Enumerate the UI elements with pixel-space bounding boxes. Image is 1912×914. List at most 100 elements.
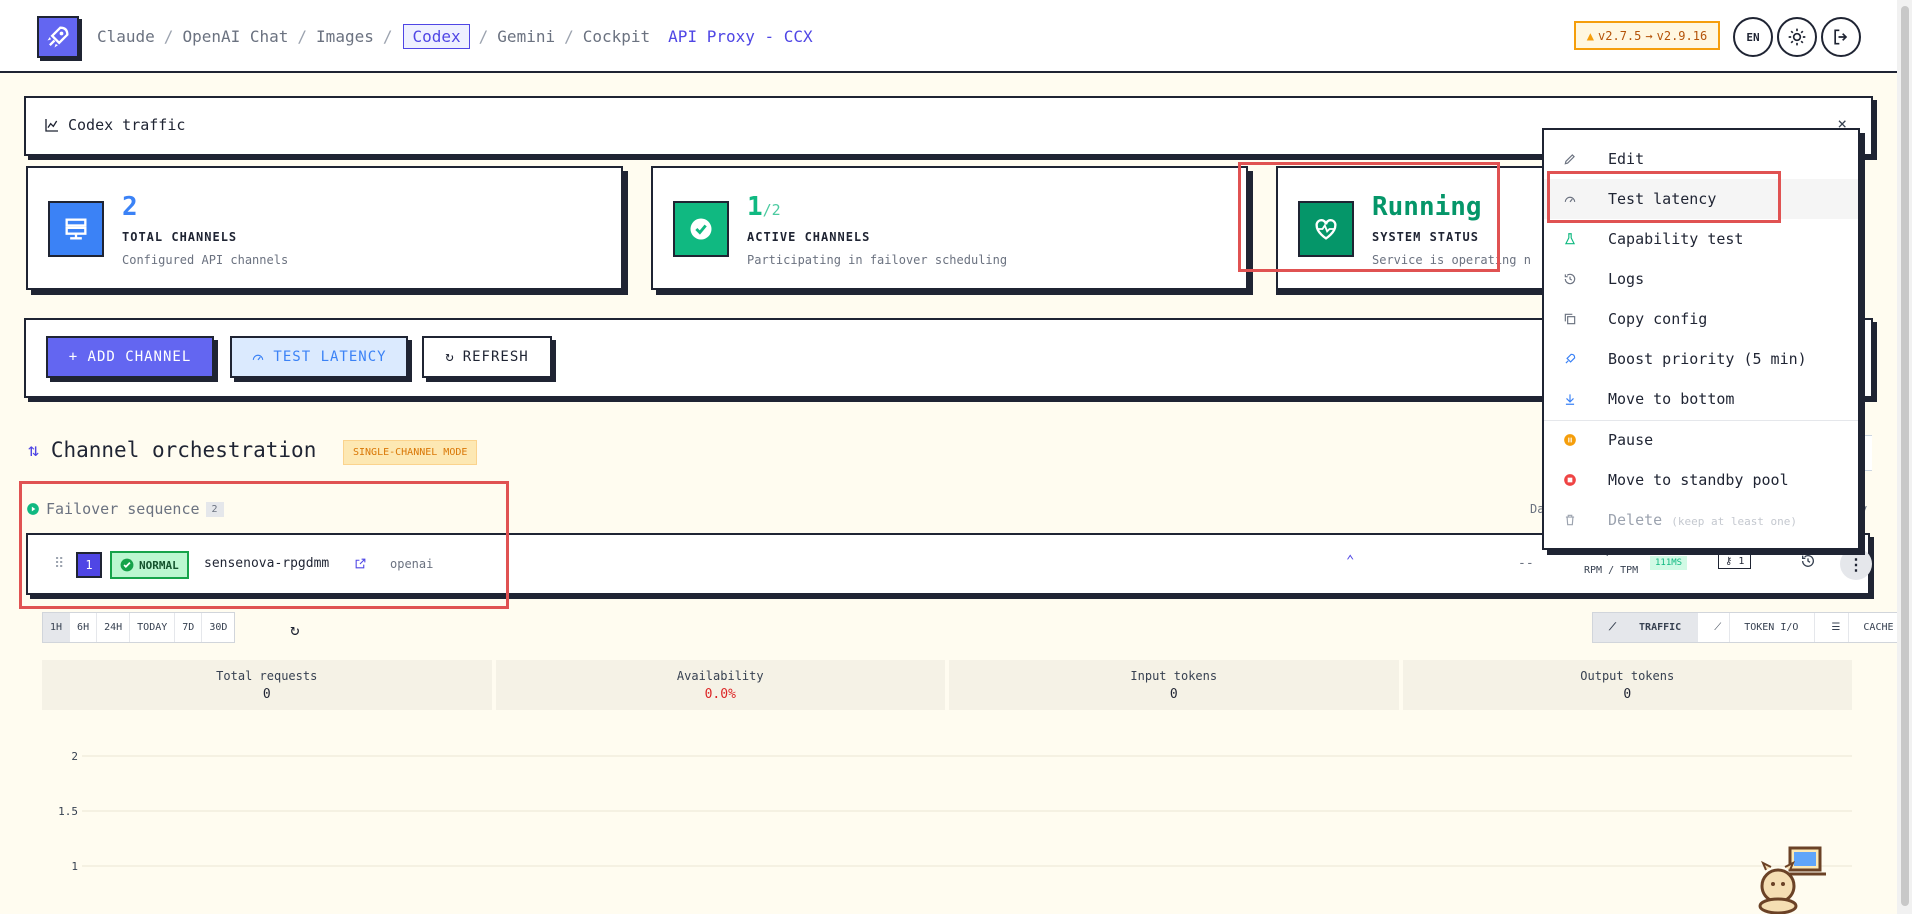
history-icon <box>1562 271 1578 287</box>
add-channel-button[interactable]: + ADD CHANNEL <box>46 336 214 378</box>
range-7d[interactable]: 7D <box>175 613 203 642</box>
menu-item-label: Move to bottom <box>1608 390 1735 408</box>
metric-input-tokens: Input tokens 0 <box>949 660 1399 710</box>
active-channels-sub: Participating in failover scheduling <box>747 253 1008 267</box>
menu-item-pause[interactable]: Pause <box>1544 420 1858 460</box>
chart-refresh-icon[interactable]: ↻ <box>290 620 300 639</box>
active-channels-card: 1/2 ACTIVE CHANNELS Participating in fai… <box>651 166 1248 290</box>
app-logo[interactable] <box>37 16 79 58</box>
latency-badge: 111MS <box>1650 556 1688 570</box>
y-tick-label: 1 <box>71 860 78 873</box>
menu-item-copy-config[interactable]: Copy config <box>1544 299 1858 339</box>
key-count-badge: ⚷ 1 <box>1718 554 1752 569</box>
language-label: EN <box>1746 30 1760 44</box>
flask-icon <box>1562 231 1578 247</box>
nav-separator: / <box>297 27 308 46</box>
nav-openai-chat[interactable]: OpenAI Chat <box>182 27 288 46</box>
range-1h[interactable]: 1H <box>43 613 71 642</box>
menu-item-label: Boost priority (5 min) <box>1608 350 1807 368</box>
total-channels-value: 2 <box>122 192 138 222</box>
logout-button[interactable] <box>1821 17 1861 57</box>
active-channels-label: ACTIVE CHANNELS <box>747 230 871 244</box>
menu-item-label: Move to standby pool <box>1608 471 1789 489</box>
view-traffic-label: TRAFFIC <box>1639 622 1682 633</box>
menu-item-capability-test[interactable]: Capability test <box>1544 219 1858 259</box>
nav-claude[interactable]: Claude <box>97 27 155 46</box>
test-latency-button[interactable]: TEST LATENCY <box>230 336 408 378</box>
time-range-selector: 1H 6H 24H TODAY 7D 30D <box>42 612 236 643</box>
range-6h[interactable]: 6H <box>70 613 98 642</box>
add-channel-label: + ADD CHANNEL <box>68 349 192 365</box>
metric-availability: Availability 0.0% <box>495 660 945 710</box>
menu-item-logs[interactable]: Logs <box>1544 259 1858 299</box>
view-selector: ⟋ TRAFFIC ⟋ TOKEN I/O ☰ CACHE R/W <box>1592 612 1912 643</box>
refresh-button[interactable]: ↻ REFRESH <box>422 336 552 378</box>
metric-label: Input tokens <box>1130 668 1218 683</box>
arrow-down-icon <box>1562 391 1578 407</box>
pencil-icon <box>1562 151 1578 167</box>
metric-value: 0.0% <box>704 686 736 702</box>
version-update-badge[interactable]: ▲ v2.7.5 → v2.9.16 <box>1574 21 1720 50</box>
chevron-up-icon[interactable]: ⌃ <box>1346 553 1354 569</box>
more-actions-icon[interactable]: ⋮ <box>1840 548 1872 580</box>
nav-codex[interactable]: Codex <box>403 24 470 49</box>
sort-arrows-icon: ⇅ <box>28 439 39 461</box>
top-header: Claude / OpenAI Chat / Images / Codex / … <box>0 0 1912 73</box>
total-channels-sub: Configured API channels <box>122 253 289 267</box>
history-icon[interactable] <box>1800 553 1816 573</box>
traffic-title[interactable]: Codex traffic <box>44 116 185 134</box>
delete-label: Delete <box>1608 511 1663 529</box>
nav-images[interactable]: Images <box>316 27 374 46</box>
orchestration-heading: ⇅ Channel orchestration <box>28 438 316 462</box>
version-new: v2.9.16 <box>1656 28 1708 43</box>
page-scrollbar[interactable] <box>1897 0 1912 914</box>
refresh-icon: ↻ <box>445 349 455 365</box>
copy-icon <box>1562 311 1578 327</box>
metric-label: Availability <box>676 668 764 683</box>
total-channels-label: TOTAL CHANNELS <box>122 230 238 244</box>
version-current: v2.7.5 <box>1598 28 1642 43</box>
sun-icon <box>1788 28 1806 46</box>
theme-toggle-button[interactable] <box>1777 17 1817 57</box>
range-30d[interactable]: 30D <box>202 613 234 642</box>
view-token-io-label: TOKEN I/O <box>1744 622 1799 633</box>
y-tick-label: 1.5 <box>58 805 78 818</box>
main-nav: Claude / OpenAI Chat / Images / Codex / … <box>97 24 813 49</box>
language-button[interactable]: EN <box>1733 17 1773 57</box>
nav-separator: / <box>382 27 393 46</box>
nav-cockpit[interactable]: Cockpit <box>583 27 650 46</box>
warning-icon: ▲ <box>1586 28 1595 43</box>
active-channels-value: 1/2 <box>747 192 781 222</box>
check-circle-icon <box>673 201 729 257</box>
rpm-tpm-label: RPM / TPM <box>1584 565 1639 576</box>
line-chart-icon: ⟋ <box>1601 613 1625 642</box>
view-traffic[interactable]: ⟋ TRAFFIC <box>1593 613 1699 642</box>
metric-value: 0 <box>1169 686 1178 702</box>
nav-gemini[interactable]: Gemini <box>497 27 555 46</box>
database-icon: ☰ <box>1823 613 1850 642</box>
traffic-title-text: Codex traffic <box>68 116 186 134</box>
scrollbar-thumb[interactable] <box>1901 6 1909 906</box>
mode-badge: SINGLE-CHANNEL MODE <box>343 440 478 465</box>
rocket-icon <box>1562 351 1578 367</box>
traffic-chart: 21.51 <box>58 750 1852 873</box>
rocket-logo-icon <box>47 26 69 48</box>
metric-label: Output tokens <box>1580 668 1675 683</box>
speedometer-icon <box>253 354 264 361</box>
proxy-title: API Proxy - CCX <box>668 27 813 46</box>
menu-item-move-to-bottom[interactable]: Move to bottom <box>1544 379 1858 419</box>
metric-output-tokens: Output tokens 0 <box>1402 660 1852 710</box>
range-today[interactable]: TODAY <box>130 613 176 642</box>
menu-item-boost-priority[interactable]: Boost priority (5 min) <box>1544 339 1858 379</box>
logout-icon <box>1834 29 1848 45</box>
menu-item-label: Pause <box>1608 431 1654 449</box>
range-24h[interactable]: 24H <box>97 613 131 642</box>
view-token-io[interactable]: ⟋ TOKEN I/O <box>1698 613 1816 642</box>
y-tick-label: 2 <box>71 750 78 763</box>
key-count: 1 <box>1738 556 1745 567</box>
nav-separator: / <box>564 27 574 46</box>
menu-item-label: Logs <box>1608 270 1645 288</box>
nav-separator: / <box>478 27 489 46</box>
refresh-label: REFRESH <box>462 349 529 365</box>
menu-item-move-to-standby[interactable]: Move to standby pool <box>1544 460 1858 500</box>
